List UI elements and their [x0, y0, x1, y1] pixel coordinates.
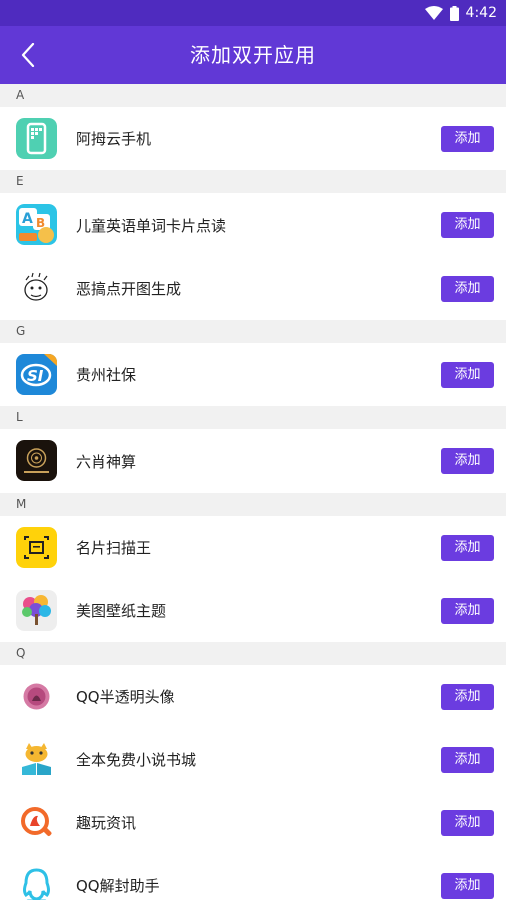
section-header-g: G: [0, 320, 506, 343]
add-button[interactable]: 添加: [441, 746, 494, 773]
status-bar: 4:42: [0, 0, 506, 26]
list-item: SI 贵州社保 添加: [0, 343, 506, 406]
meme-face-icon: [16, 268, 57, 309]
section-header-l: L: [0, 406, 506, 429]
status-right: 4:42: [424, 3, 497, 23]
abc-cards-icon: AB: [16, 204, 57, 245]
app-name: 全本免费小说书城: [76, 751, 197, 769]
list-item: QQ半透明头像 添加: [0, 665, 506, 728]
app-name: QQ解封助手: [76, 877, 160, 895]
list-item: 趣玩资讯 添加: [0, 791, 506, 854]
app-bar: 添加双开应用: [0, 26, 506, 84]
section-header-q: Q: [0, 642, 506, 665]
page-title: 添加双开应用: [190, 43, 316, 67]
battery-icon: [449, 5, 459, 21]
search-magnifier-icon: [16, 802, 57, 843]
avatar-circle-icon: [16, 676, 57, 717]
section-header-a: A: [0, 84, 506, 107]
svg-text:SI: SI: [27, 367, 44, 385]
app-name: 儿童英语单词卡片点读: [76, 216, 227, 235]
dark-circle-icon: [16, 440, 57, 481]
app-list: A 阿拇云手机 添加 E AB 儿童英语单词卡片点读 添加 恶搞点开图生成 添加…: [0, 84, 506, 900]
list-item: 六肖神算 添加: [0, 429, 506, 493]
list-item: 美图壁纸主题 添加: [0, 579, 506, 642]
app-name: 贵州社保: [76, 366, 137, 384]
app-name: 趣玩资讯: [76, 814, 137, 832]
cat-reading-icon: [16, 739, 57, 780]
add-button[interactable]: 添加: [441, 212, 494, 238]
list-item: 名片扫描王 添加: [0, 516, 506, 579]
add-button[interactable]: 添加: [441, 448, 494, 474]
app-name: 名片扫描王: [76, 539, 152, 557]
list-item: 全本免费小说书城 添加: [0, 728, 506, 791]
si-logo-icon: SI: [16, 354, 57, 395]
section-header-e: E: [0, 170, 506, 193]
app-name: 恶搞点开图生成: [76, 280, 182, 298]
app-name: QQ半透明头像: [76, 688, 175, 706]
app-name: 美图壁纸主题: [76, 602, 167, 620]
card-scan-icon: [16, 527, 57, 568]
app-name: 阿拇云手机: [76, 130, 152, 148]
add-button[interactable]: 添加: [441, 809, 494, 836]
add-button[interactable]: 添加: [441, 683, 494, 710]
add-button[interactable]: 添加: [441, 125, 494, 152]
phone-grid-icon: [16, 118, 57, 159]
svg-text:A: A: [22, 211, 33, 227]
add-button[interactable]: 添加: [441, 275, 494, 302]
wifi-icon: [424, 6, 443, 20]
section-header-m: M: [0, 493, 506, 516]
add-button[interactable]: 添加: [441, 361, 494, 388]
status-time: 4:42: [465, 5, 497, 21]
list-item: AB 儿童英语单词卡片点读 添加: [0, 193, 506, 257]
add-button[interactable]: 添加: [441, 872, 494, 899]
list-item: 阿拇云手机 添加: [0, 107, 506, 170]
colorful-tree-icon: [16, 590, 57, 631]
app-name: 六肖神算: [76, 452, 137, 471]
add-button[interactable]: 添加: [441, 534, 494, 561]
qq-penguin-icon: [16, 865, 57, 900]
list-item: 恶搞点开图生成 添加: [0, 257, 506, 320]
list-item: QQ解封助手 添加: [0, 854, 506, 900]
add-button[interactable]: 添加: [441, 597, 494, 624]
